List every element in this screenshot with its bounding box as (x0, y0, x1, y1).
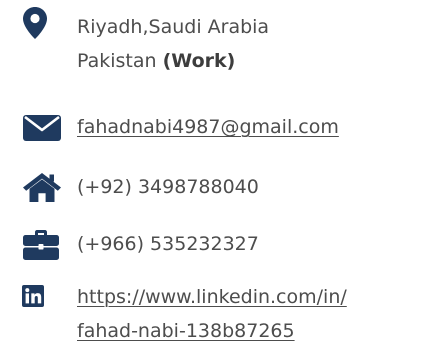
linkedin-link-line-2[interactable]: fahad-nabi-138b87265 (77, 314, 347, 348)
briefcase-icon (23, 230, 59, 260)
address-line-2-prefix: Pakistan (77, 50, 163, 72)
work-phone-text: (+966) 535232327 (77, 227, 259, 261)
linkedin-link-line-1[interactable]: https://www.linkedin.com/in/ (77, 280, 347, 314)
address-line-2: Pakistan (Work) (77, 44, 269, 78)
home-icon (23, 173, 61, 202)
envelope-icon (23, 115, 61, 141)
linkedin-icon[interactable] (22, 285, 44, 307)
linkedin-text: https://www.linkedin.com/in/ fahad-nabi-… (77, 280, 347, 348)
email-link[interactable]: fahadnabi4987@gmail.com (77, 116, 339, 138)
email-text: fahadnabi4987@gmail.com (77, 110, 339, 144)
home-phone-text: (+92) 3498788040 (77, 170, 259, 204)
address-work-label: (Work) (162, 50, 236, 72)
work-phone-number: (+966) 535232327 (77, 233, 259, 255)
address-line-1: Riyadh,Saudi Arabia (77, 16, 270, 38)
map-pin-icon (23, 7, 47, 39)
contact-list: Riyadh,Saudi Arabia Pakistan (Work) faha… (0, 0, 437, 359)
address-text: Riyadh,Saudi Arabia Pakistan (Work) (77, 10, 269, 78)
home-phone-number: (+92) 3498788040 (77, 176, 259, 198)
